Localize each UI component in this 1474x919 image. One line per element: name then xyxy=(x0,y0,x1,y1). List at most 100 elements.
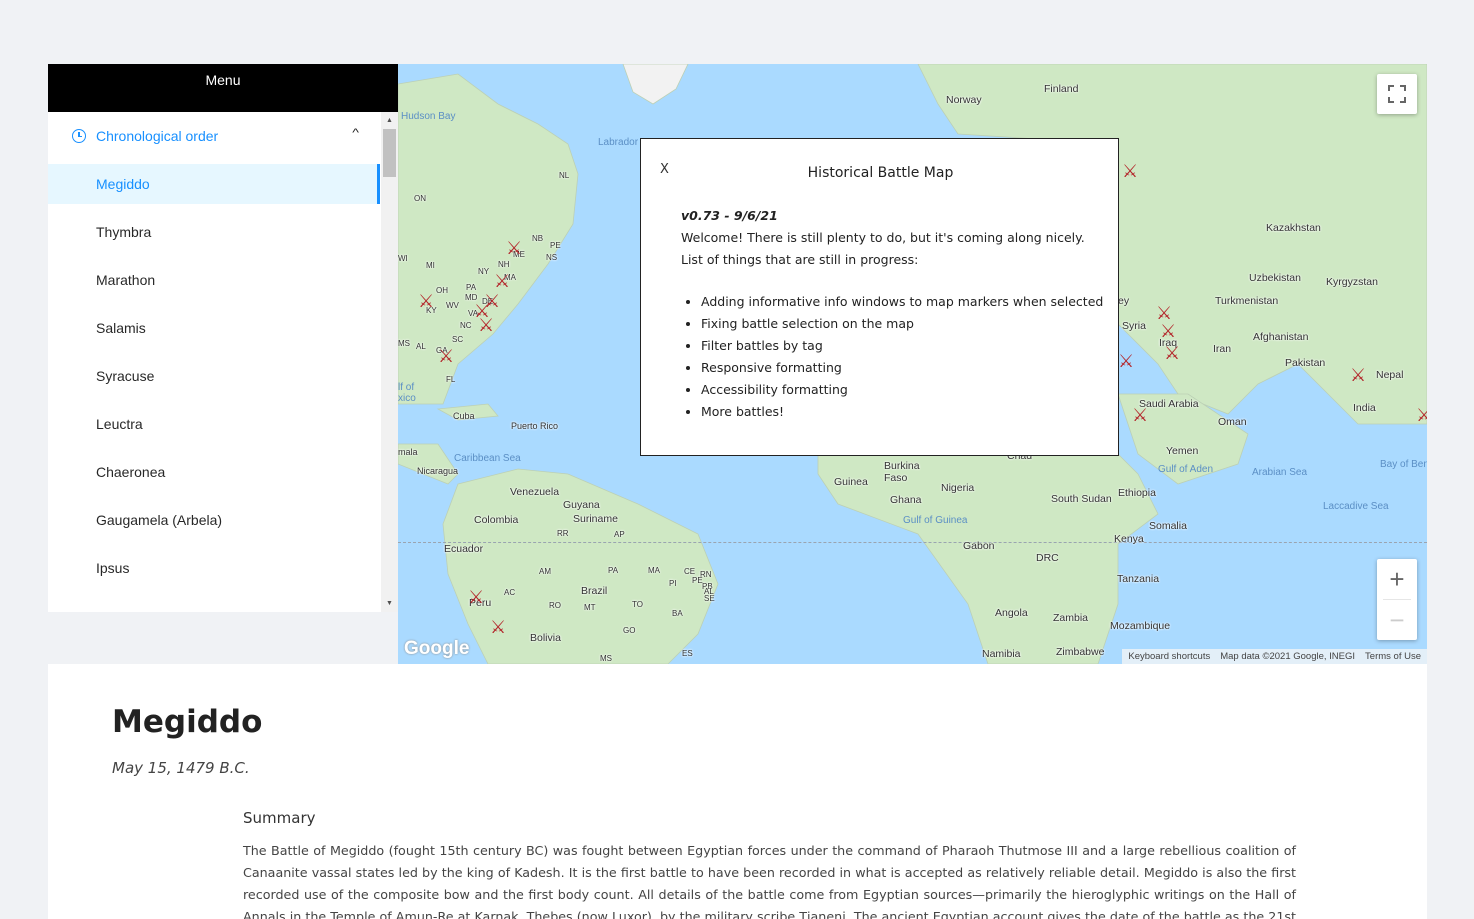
place-label: Afghanistan xyxy=(1253,331,1309,343)
place-label: Finland xyxy=(1044,83,1079,95)
menu-item-gaugamela[interactable]: Gaugamela (Arbela) xyxy=(48,500,380,540)
menu-item-leuctra[interactable]: Leuctra xyxy=(48,404,380,444)
place-label: Arabian Sea xyxy=(1252,467,1308,478)
keyboard-shortcuts-link[interactable]: Keyboard shortcuts xyxy=(1128,651,1210,662)
place-label: NS xyxy=(546,253,558,262)
place-label: Oman xyxy=(1218,416,1247,428)
place-label: mala xyxy=(398,447,418,457)
info-modal: X Historical Battle Map v0.73 - 9/6/21 W… xyxy=(640,138,1119,456)
place-label: NL xyxy=(559,171,570,180)
battle-marker-icon[interactable]: ⚔ xyxy=(418,292,434,310)
scroll-thumb[interactable] xyxy=(383,129,396,177)
zoom-in-button[interactable]: + xyxy=(1377,559,1417,599)
place-label: MS xyxy=(398,339,410,348)
chronological-order-submenu[interactable]: Chronological order ^ xyxy=(48,112,398,160)
menu-item-syracuse[interactable]: Syracuse xyxy=(48,356,380,396)
place-label: Venezuela xyxy=(510,486,560,498)
battle-marker-icon[interactable]: ⚔ xyxy=(490,618,506,636)
clock-icon xyxy=(72,129,86,143)
place-label: India xyxy=(1353,402,1376,414)
battle-marker-icon[interactable]: ⚔ xyxy=(1164,344,1180,362)
scroll-up-arrow-icon[interactable]: ▲ xyxy=(381,112,398,129)
place-label: Nigeria xyxy=(941,482,975,494)
menu-item-ipsus[interactable]: Ipsus xyxy=(48,548,380,588)
battle-list: Megiddo Thymbra Marathon Salamis Syracus… xyxy=(48,164,398,588)
place-label: Gabon xyxy=(963,540,995,552)
menu-item-thymbra[interactable]: Thymbra xyxy=(48,212,380,252)
fullscreen-icon xyxy=(1400,85,1406,91)
battle-marker-icon[interactable]: ⚔ xyxy=(1160,322,1176,340)
battle-marker-icon[interactable]: ⚔ xyxy=(1156,304,1172,322)
list-item: Accessibility formatting xyxy=(701,379,1103,401)
battle-marker-icon[interactable]: ⚔ xyxy=(494,272,510,290)
battle-content: Megiddo May 15, 1479 B.C. Summary The Ba… xyxy=(48,664,1427,919)
place-label: Kazakhstan xyxy=(1266,222,1321,234)
menu-item-megiddo[interactable]: Megiddo xyxy=(48,164,380,204)
place-label: ES xyxy=(682,649,693,658)
battle-marker-icon[interactable]: ⚔ xyxy=(478,316,494,334)
submenu-label: Chronological order xyxy=(96,128,219,144)
battle-marker-icon[interactable]: ⚔ xyxy=(438,347,454,365)
list-item: Filter battles by tag xyxy=(701,335,1103,357)
place-label: Ecuador xyxy=(444,543,484,555)
place-label: PE xyxy=(550,241,561,250)
place-label: Brazil xyxy=(581,585,608,597)
chevron-up-icon: ^ xyxy=(352,127,359,139)
place-label: DRC xyxy=(1036,552,1059,564)
place-label: Gulf of Aden xyxy=(1158,464,1214,475)
place-label: WI xyxy=(398,254,408,263)
battle-marker-icon[interactable]: ⚔ xyxy=(506,239,522,257)
battle-marker-icon[interactable]: ⚔ xyxy=(1122,162,1138,180)
place-label: GO xyxy=(623,626,636,635)
place-label: Yemen xyxy=(1166,445,1199,457)
place-label: NH xyxy=(498,260,510,269)
menu-item-chaeronea[interactable]: Chaeronea xyxy=(48,452,380,492)
menu-scrollbar[interactable]: ▲ ▼ xyxy=(381,112,398,612)
battle-marker-icon[interactable]: ⚔ xyxy=(1416,406,1427,424)
place-label: Norway xyxy=(946,94,982,106)
menu-item-marathon[interactable]: Marathon xyxy=(48,260,380,300)
place-label: lf of xico xyxy=(398,382,416,404)
progress-list: Adding informative info windows to map m… xyxy=(681,291,1103,423)
zoom-control: + − xyxy=(1377,559,1417,640)
place-label: AP xyxy=(614,530,625,539)
place-label: Syria xyxy=(1122,320,1146,332)
place-label: Colombia xyxy=(474,514,519,526)
zoom-out-button[interactable]: − xyxy=(1377,600,1417,640)
battle-title: Megiddo xyxy=(112,704,263,740)
map-attribution: Keyboard shortcuts Map data ©2021 Google… xyxy=(1122,649,1427,664)
battle-marker-icon[interactable]: ⚔ xyxy=(468,588,484,606)
fullscreen-button[interactable] xyxy=(1377,74,1417,114)
menu-header: Menu xyxy=(48,64,398,112)
place-label: PE xyxy=(692,576,703,585)
terms-of-use-link[interactable]: Terms of Use xyxy=(1365,651,1421,662)
battle-marker-icon[interactable]: ⚔ xyxy=(1118,352,1134,370)
place-label: Laccadive Sea xyxy=(1323,501,1389,512)
place-label: NY xyxy=(478,267,490,276)
place-label: ON xyxy=(414,194,426,203)
fullscreen-icon xyxy=(1400,97,1406,103)
place-label: Zambia xyxy=(1053,612,1089,624)
place-label: Somalia xyxy=(1149,520,1187,532)
place-label: FL xyxy=(446,375,456,384)
version-label: v0.73 - 9/6/21 xyxy=(681,208,778,223)
place-label: AL xyxy=(704,587,714,596)
place-label: Tanzania xyxy=(1117,573,1160,585)
menu-item-salamis[interactable]: Salamis xyxy=(48,308,380,348)
summary-text: The Battle of Megiddo (fought 15th centu… xyxy=(243,843,1296,919)
scroll-down-arrow-icon[interactable]: ▼ xyxy=(381,595,398,612)
place-label: Burkina Faso xyxy=(884,460,920,484)
place-label: CE xyxy=(684,567,696,576)
battle-date: May 15, 1479 B.C. xyxy=(112,759,250,777)
place-label: Bolivia xyxy=(530,632,561,644)
modal-title: Historical Battle Map xyxy=(807,165,954,181)
battle-marker-icon[interactable]: ⚔ xyxy=(1350,366,1366,384)
place-label: Cuba xyxy=(453,411,475,421)
list-item: Responsive formatting xyxy=(701,357,1103,379)
battle-marker-icon[interactable]: ⚔ xyxy=(1132,406,1148,424)
list-item: Adding informative info windows to map m… xyxy=(701,291,1103,313)
place-label: Iran xyxy=(1213,343,1232,355)
place-label: Ethiopia xyxy=(1118,487,1156,499)
place-label: Zimbabwe xyxy=(1056,646,1105,658)
burkina-label: Burkina Faso xyxy=(884,460,920,484)
